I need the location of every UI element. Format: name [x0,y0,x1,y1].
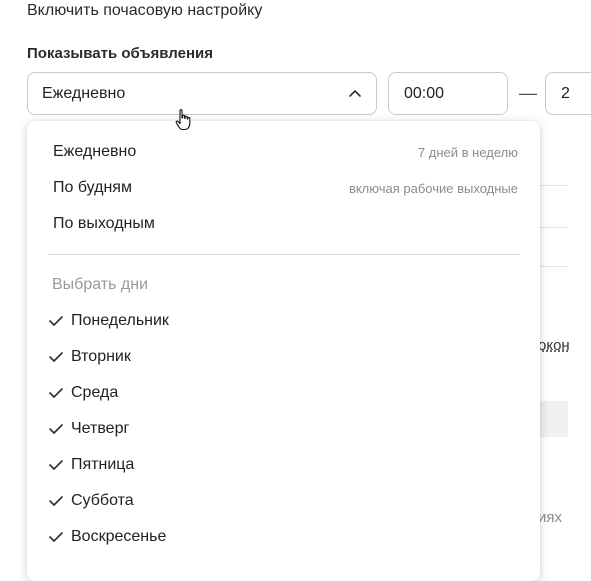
time-to-value: 2 [561,85,570,102]
schedule-dropdown-menu: Ежедневно 7 дней в неделю По будням вклю… [27,121,540,581]
check-icon [49,352,63,362]
show-ads-label: Показывать объявления [27,45,213,62]
day-label: Среда [71,384,119,401]
option-daily-hint: 7 дней в неделю [417,145,518,160]
background-divider [540,185,568,186]
option-weekdays[interactable]: По будням [53,179,132,197]
day-item-sunday[interactable]: Воскресенье [49,528,166,546]
day-item-tuesday[interactable]: Вторник [49,348,131,366]
choose-days-title: Выбрать дни [52,276,148,293]
background-divider [540,266,568,267]
day-label: Вторник [71,348,131,365]
schedule-select-value: Ежедневно [42,85,126,102]
day-item-thursday[interactable]: Четверг [49,420,129,438]
background-divider [540,227,568,228]
day-label: Четверг [71,420,130,437]
option-weekdays-hint: включая рабочие выходные [348,181,518,196]
day-label: Понедельник [71,312,169,329]
day-item-monday[interactable]: Понедельник [49,312,169,330]
time-range-dash: — [519,83,537,103]
day-item-wednesday[interactable]: Среда [49,384,118,402]
day-item-saturday[interactable]: Суббота [49,492,134,510]
hourly-setting-toggle-label[interactable]: Включить почасовую настройку [27,2,262,20]
day-item-friday[interactable]: Пятница [49,456,134,474]
day-label: Суббота [71,492,134,509]
day-label: Воскресенье [71,528,167,545]
background-link-text: окон [538,337,570,354]
time-from-input[interactable]: 00:00 [388,72,508,115]
time-from-value: 00:00 [404,85,445,102]
check-icon [49,532,63,542]
check-icon [49,496,63,506]
hand-pointer-icon [175,109,191,131]
check-icon [49,316,63,326]
background-panel [540,401,568,437]
option-daily[interactable]: Ежедневно [53,143,136,161]
schedule-select[interactable]: Ежедневно [27,72,377,115]
dropdown-divider [48,254,520,255]
check-icon [49,424,63,434]
time-to-input[interactable]: 2 [545,72,591,115]
check-icon [49,460,63,470]
background-text: иях [538,509,563,526]
option-weekends[interactable]: По выходным [53,215,155,233]
day-label: Пятница [71,456,135,473]
check-icon [49,388,63,398]
chevron-up-icon [349,90,361,97]
